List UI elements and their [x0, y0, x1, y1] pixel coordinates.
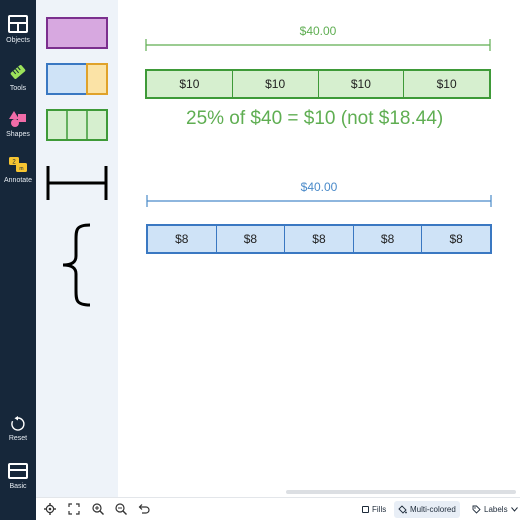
palette-bracket-line[interactable] — [46, 163, 108, 203]
tape-segment[interactable]: $10 — [317, 71, 404, 97]
left-rail: Objects Tools Shapes 2 m Annotate Reset … — [0, 0, 36, 520]
green-total-label: $40.00 — [299, 24, 337, 38]
fills-toggle[interactable]: Fills — [358, 501, 390, 518]
basic-icon — [8, 463, 28, 479]
rail-basic-label: Basic — [9, 483, 27, 490]
blue-tape-model[interactable]: $40.00 $8 $8 $8 $8 $8 — [146, 178, 492, 258]
palette-curly-brace[interactable] — [58, 222, 94, 308]
green-tape-model[interactable]: $40.00 $10 $10 $10 $10 — [145, 22, 491, 102]
tools-icon — [10, 65, 26, 79]
green-segment-bar[interactable]: $10 $10 $10 $10 — [145, 69, 491, 99]
blue-total-bracket — [146, 195, 492, 207]
settings-gear-icon[interactable] — [43, 502, 57, 516]
rail-reset-label: Reset — [8, 435, 28, 442]
tape-segment[interactable]: $8 — [148, 226, 216, 252]
app: Objects Tools Shapes 2 m Annotate Reset … — [0, 0, 520, 520]
rail-shapes-button[interactable]: Shapes — [0, 110, 36, 138]
labels-label: Labels — [484, 505, 508, 514]
palette-blue-orange-bar[interactable] — [46, 63, 108, 95]
reset-icon — [11, 416, 25, 431]
tag-icon — [472, 505, 481, 514]
blue-total-label: $40.00 — [300, 180, 338, 194]
green-total-bracket — [145, 39, 491, 51]
paint-bucket-icon — [398, 505, 407, 514]
fills-checkbox-icon — [362, 506, 369, 513]
objects-icon — [8, 15, 28, 33]
palette-purple-bar[interactable] — [46, 17, 108, 49]
tape-segment[interactable]: $10 — [403, 71, 489, 97]
rail-annotate-label: Annotate — [3, 177, 33, 184]
chevron-down-icon — [510, 507, 518, 512]
rail-tools-label: Tools — [9, 85, 27, 92]
horizontal-scrollbar[interactable] — [286, 490, 516, 494]
canvas[interactable]: $40.00 $10 $10 $10 $10 25% of $40 = $10 (no… — [118, 0, 520, 497]
rail-objects-label: Objects — [6, 37, 30, 44]
svg-text:m: m — [19, 166, 23, 172]
tape-segment[interactable]: $8 — [215, 226, 285, 252]
tape-segment[interactable]: $8 — [421, 226, 490, 252]
rail-annotate-button[interactable]: 2 m Annotate — [0, 156, 36, 184]
palette-green-thirds-bar[interactable] — [46, 109, 108, 141]
shapes-icon — [9, 111, 26, 127]
rail-shapes-label: Shapes — [6, 131, 30, 138]
green-caption: 25% of $40 = $10 (not $18.44) — [186, 108, 444, 129]
zoom-in-icon[interactable] — [91, 502, 105, 516]
rail-basic-button[interactable]: Basic — [0, 462, 36, 490]
multicolored-toggle[interactable]: Multi-colored — [394, 501, 460, 518]
tape-segment[interactable]: $10 — [231, 71, 318, 97]
rail-objects-button[interactable]: Objects — [0, 14, 36, 44]
tape-segment[interactable]: $10 — [147, 71, 232, 97]
rail-reset-button[interactable]: Reset — [0, 416, 36, 442]
annotate-icon: 2 m — [9, 157, 27, 172]
fullscreen-icon[interactable] — [67, 502, 81, 516]
tape-segment[interactable]: $8 — [284, 226, 353, 252]
tape-segment[interactable]: $8 — [352, 226, 422, 252]
object-palette — [36, 0, 118, 497]
blue-segment-bar[interactable]: $8 $8 $8 $8 $8 — [146, 224, 492, 254]
multicolored-label: Multi-colored — [410, 505, 456, 514]
rail-tools-button[interactable]: Tools — [0, 62, 36, 92]
undo-icon[interactable] — [137, 502, 151, 516]
zoom-out-icon[interactable] — [114, 502, 128, 516]
labels-dropdown[interactable]: Labels — [468, 501, 520, 518]
fills-label: Fills — [372, 505, 387, 514]
bottom-toolbar: Fills Multi-colored Labels — [36, 497, 520, 520]
